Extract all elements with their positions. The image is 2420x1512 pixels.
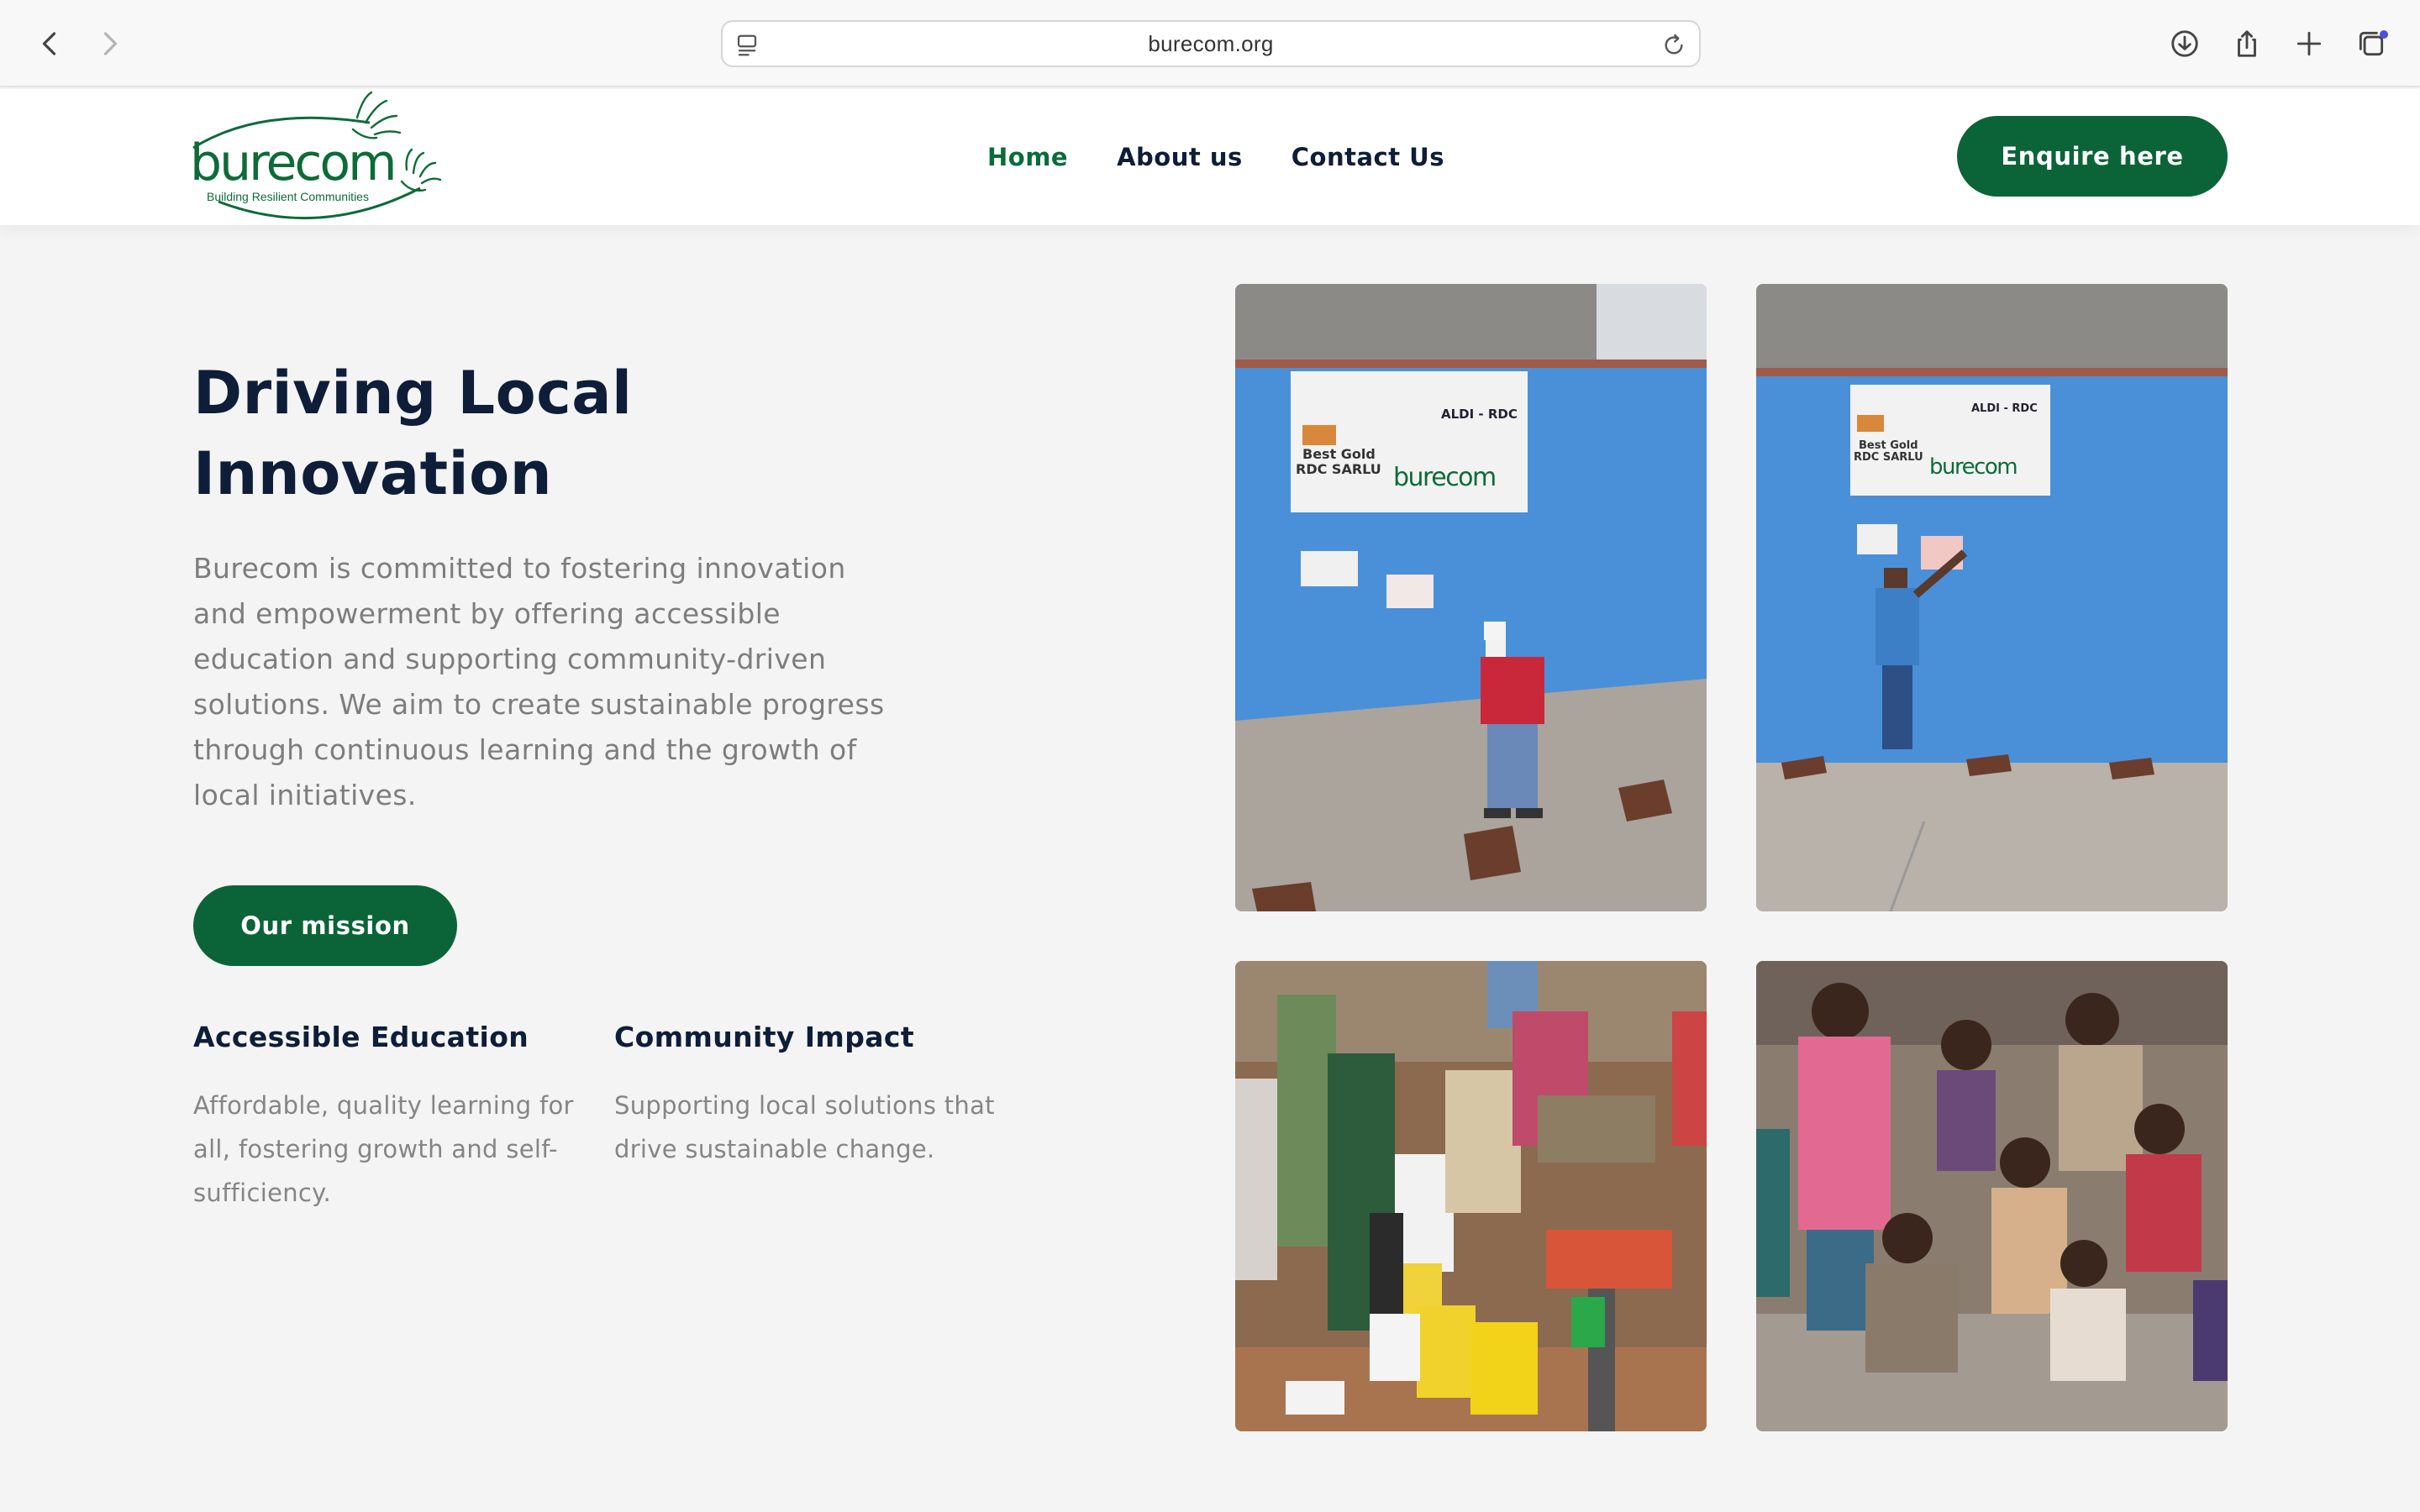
nav-home[interactable]: Home bbox=[987, 143, 1068, 171]
notification-dot bbox=[2380, 30, 2388, 39]
feature-text: Supporting local solutions that drive su… bbox=[614, 1091, 995, 1163]
main-nav: Home About us Contact Us bbox=[987, 89, 1444, 225]
feature-title: Accessible Education bbox=[193, 1021, 529, 1053]
hero-title-line-1: Driving Local bbox=[193, 359, 633, 428]
svg-text:burecom: burecom bbox=[1929, 454, 2017, 480]
our-mission-button[interactable]: Our mission bbox=[193, 885, 457, 966]
new-tab-button[interactable] bbox=[2287, 22, 2331, 66]
downloads-button[interactable] bbox=[2163, 22, 2207, 66]
svg-text:burecom: burecom bbox=[1393, 463, 1496, 492]
photo-children-group bbox=[1756, 961, 2228, 1431]
logo-graphic: burecom bbox=[190, 91, 442, 220]
feature-text: Affordable, quality learning for all, fo… bbox=[193, 1091, 574, 1207]
address-bar[interactable]: burecom.org bbox=[721, 20, 1701, 67]
svg-text:ALDI - RDC: ALDI - RDC bbox=[1441, 407, 1518, 422]
logo-wordmark: burecom bbox=[190, 134, 395, 192]
feature-community-impact: Community Impact Supporting local soluti… bbox=[614, 1016, 1018, 1171]
new-tab-icon bbox=[2296, 31, 2322, 56]
svg-text:RDC SARLU: RDC SARLU bbox=[1854, 451, 1923, 464]
reload-icon[interactable] bbox=[1660, 32, 1687, 59]
hero-title-line-2: Innovation bbox=[193, 439, 553, 508]
feature-title: Community Impact bbox=[614, 1021, 915, 1053]
nav-contact-us[interactable]: Contact Us bbox=[1292, 143, 1444, 171]
hero-description: Burecom is committed to fostering innova… bbox=[193, 552, 885, 811]
forward-icon bbox=[103, 32, 118, 55]
share-button[interactable] bbox=[2225, 22, 2269, 66]
logo-tagline: Building Resilient Communities bbox=[207, 190, 369, 203]
svg-text:RDC SARLU: RDC SARLU bbox=[1296, 461, 1381, 477]
back-icon bbox=[42, 32, 56, 55]
site-header: burecom Building Resilient Communities H… bbox=[0, 89, 2420, 225]
svg-text:Best Gold: Best Gold bbox=[1302, 446, 1376, 462]
download-icon bbox=[2171, 30, 2198, 57]
forward-button[interactable] bbox=[86, 20, 133, 67]
back-button[interactable] bbox=[27, 20, 74, 67]
share-icon bbox=[2238, 30, 2256, 57]
page-menu-icon[interactable] bbox=[734, 33, 760, 58]
photo-man-red-shirt: ALDI - RDC Best Gold RDC SARLU burecom bbox=[1235, 284, 1707, 911]
tabs-overview-button[interactable] bbox=[2349, 22, 2393, 66]
feature-accessible-education: Accessible Education Affordable, quality… bbox=[193, 1016, 597, 1215]
photo-man-blue-shirt: ALDI - RDC Best Gold RDC SARLU burecom bbox=[1756, 284, 2228, 911]
nav-about-us[interactable]: About us bbox=[1117, 143, 1243, 171]
burecom-logo[interactable]: burecom Building Resilient Communities bbox=[185, 89, 454, 225]
svg-text:Best Gold: Best Gold bbox=[1859, 439, 1918, 452]
url-text: burecom.org bbox=[1148, 30, 1274, 56]
photo-water-pump-gathering bbox=[1235, 961, 1707, 1431]
hero-title: Driving Local Innovation bbox=[193, 353, 781, 514]
enquire-button[interactable]: Enquire here bbox=[1957, 116, 2228, 197]
svg-text:ALDI - RDC: ALDI - RDC bbox=[1971, 402, 2038, 415]
browser-toolbar: burecom.org bbox=[0, 0, 2420, 87]
